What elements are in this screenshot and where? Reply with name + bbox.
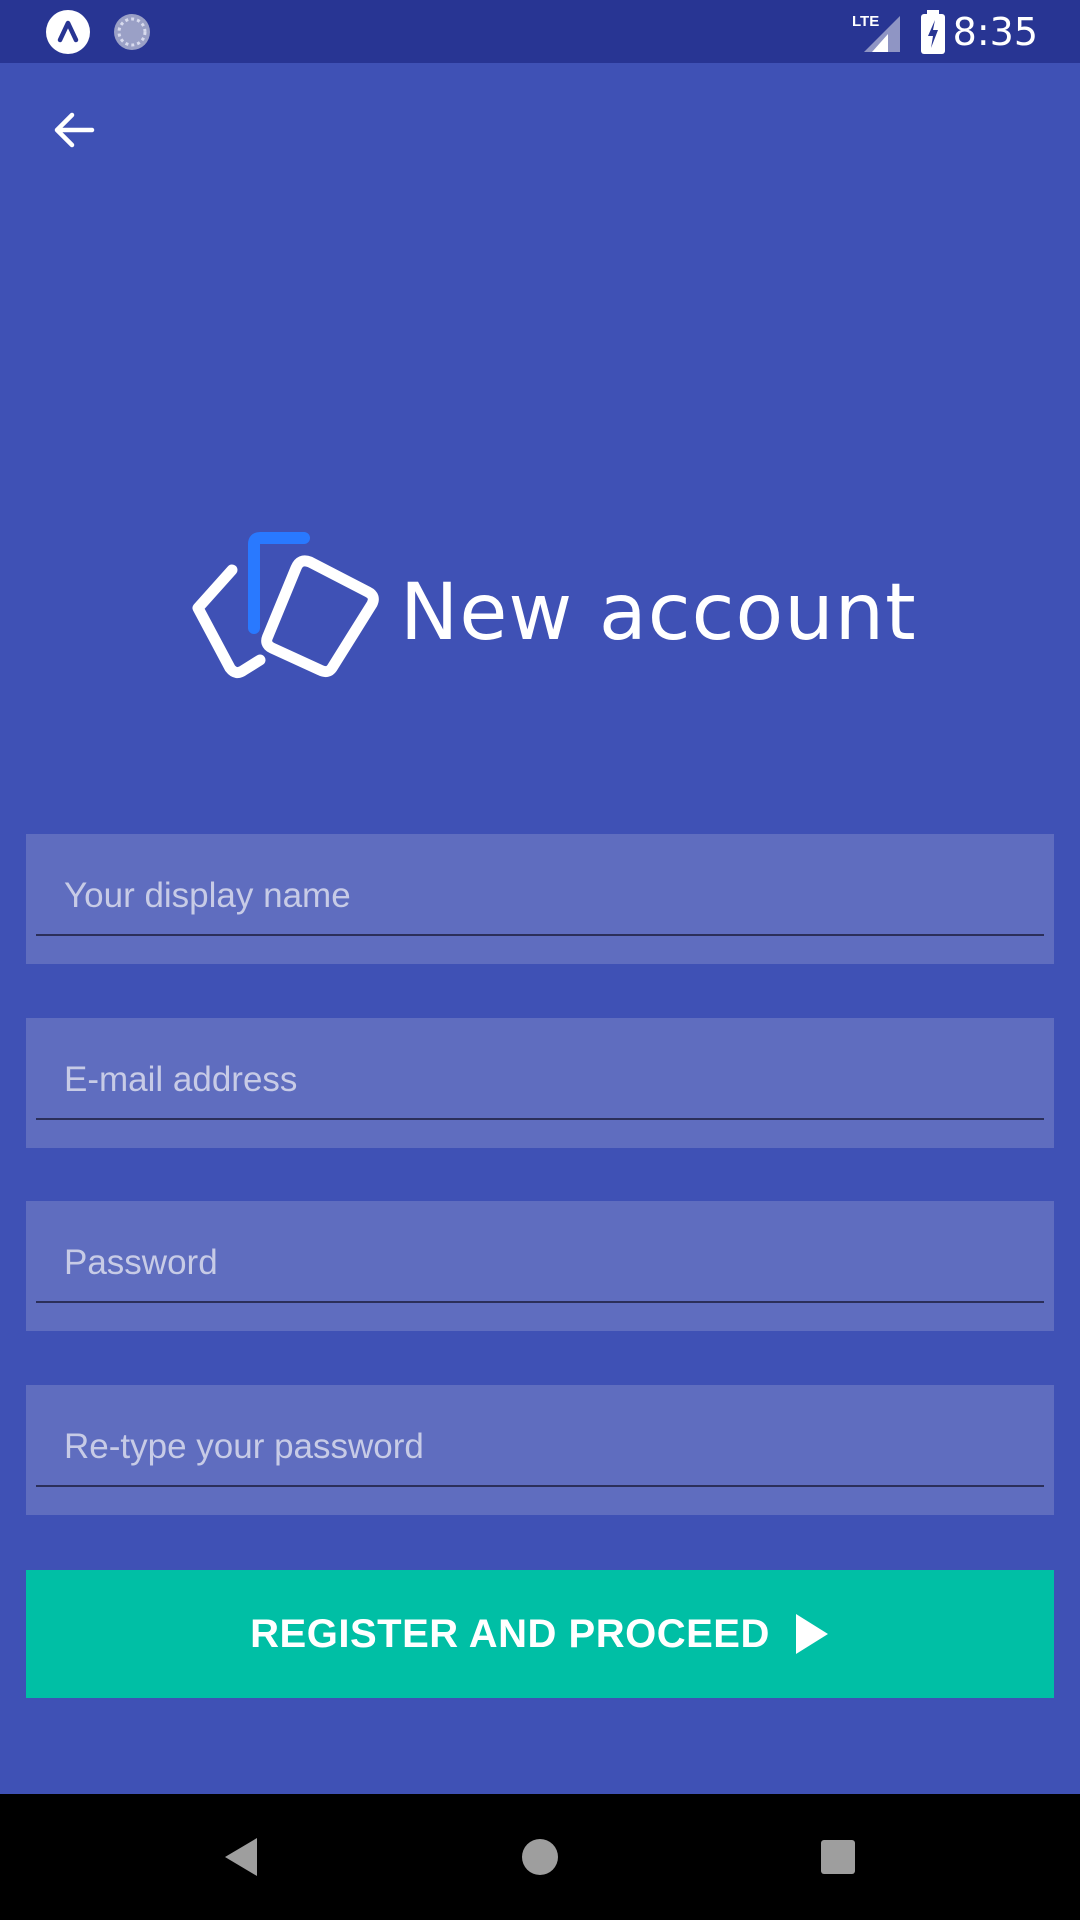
app-notification-icon [46,10,90,54]
page-title: New account [400,568,917,658]
register-and-proceed-button[interactable]: REGISTER AND PROCEED [26,1570,1054,1698]
arrow-left-icon [54,112,95,148]
display-name-field-container [26,834,1054,964]
email-input[interactable] [36,1042,1044,1120]
password-input[interactable] [36,1225,1044,1303]
nav-home-button[interactable] [505,1822,575,1892]
lte-signal-icon: LTE [852,13,900,52]
nav-back-icon [225,1838,257,1876]
sync-icon [114,14,150,50]
play-icon [795,1614,828,1654]
status-clock: 8:35 [952,10,1038,54]
display-name-input[interactable] [36,858,1044,936]
lte-label: LTE [852,13,879,30]
password-field-container [26,1201,1054,1331]
nav-home-icon [522,1839,558,1875]
cards-logo-icon [192,532,379,679]
register-screen: LTE 8:35 New account RE [0,0,1080,1920]
back-button[interactable] [32,88,116,172]
register-button-label: REGISTER AND PROCEED [250,1611,770,1656]
retype-password-field-container [26,1385,1054,1515]
nav-recents-icon [821,1840,855,1874]
nav-back-button[interactable] [206,1822,276,1892]
retype-password-input[interactable] [36,1409,1044,1487]
battery-charging-icon [921,10,945,54]
status-bar: LTE 8:35 [0,0,1080,63]
email-field-container [26,1018,1054,1148]
navigation-bar [0,1794,1080,1920]
nav-recents-button[interactable] [803,1822,873,1892]
